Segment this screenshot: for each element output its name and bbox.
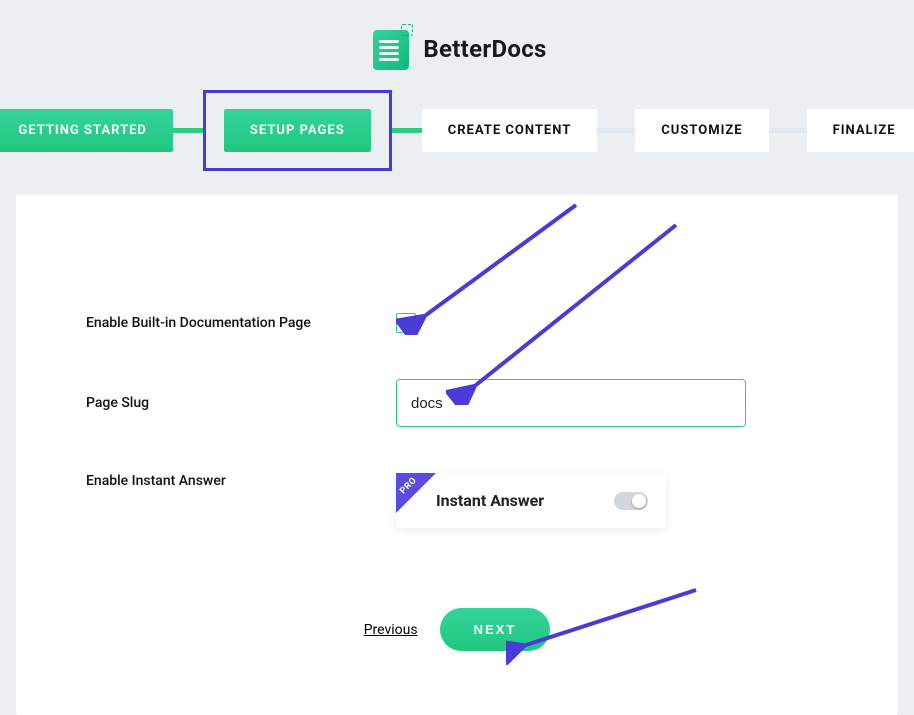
step-connector bbox=[392, 128, 422, 133]
step-create-content[interactable]: CREATE CONTENT bbox=[422, 109, 598, 152]
instant-answer-title: Instant Answer bbox=[436, 491, 544, 510]
setup-panel: Enable Built-in Documentation Page ✓ Pag… bbox=[16, 195, 898, 715]
next-button[interactable]: NEXT bbox=[440, 608, 551, 651]
logo-icon bbox=[367, 26, 413, 72]
step-finalize[interactable]: FINALIZE bbox=[807, 109, 914, 152]
enable-doc-page-checkbox[interactable]: ✓ bbox=[396, 313, 416, 333]
step-customize[interactable]: CUSTOMIZE bbox=[635, 109, 768, 152]
setup-stepper: GETTING STARTED SETUP PAGES CREATE CONTE… bbox=[20, 90, 894, 171]
enable-doc-page-label: Enable Built-in Documentation Page bbox=[86, 315, 356, 331]
previous-link[interactable]: Previous bbox=[364, 622, 418, 638]
step-connector bbox=[173, 128, 203, 133]
brand-name: BetterDocs bbox=[423, 35, 546, 63]
step-connector bbox=[597, 128, 635, 133]
row-instant-answer: Enable Instant Answer PRO Instant Answer bbox=[86, 473, 828, 528]
instant-answer-toggle[interactable] bbox=[614, 492, 648, 510]
row-enable-doc-page: Enable Built-in Documentation Page ✓ bbox=[86, 313, 828, 333]
instant-answer-card: PRO Instant Answer bbox=[396, 473, 666, 528]
step-setup-pages[interactable]: SETUP PAGES bbox=[224, 109, 371, 152]
page-slug-input[interactable] bbox=[396, 379, 746, 427]
instant-answer-label: Enable Instant Answer bbox=[86, 473, 356, 489]
step-getting-started[interactable]: GETTING STARTED bbox=[0, 109, 173, 152]
page-slug-label: Page Slug bbox=[86, 395, 356, 411]
brand-header: BetterDocs bbox=[0, 0, 914, 90]
step-highlight-box: SETUP PAGES bbox=[203, 90, 392, 171]
annotation-arrow bbox=[446, 205, 706, 405]
step-connector bbox=[769, 128, 807, 133]
row-page-slug: Page Slug bbox=[86, 379, 828, 427]
wizard-nav: Previous NEXT bbox=[86, 608, 828, 651]
